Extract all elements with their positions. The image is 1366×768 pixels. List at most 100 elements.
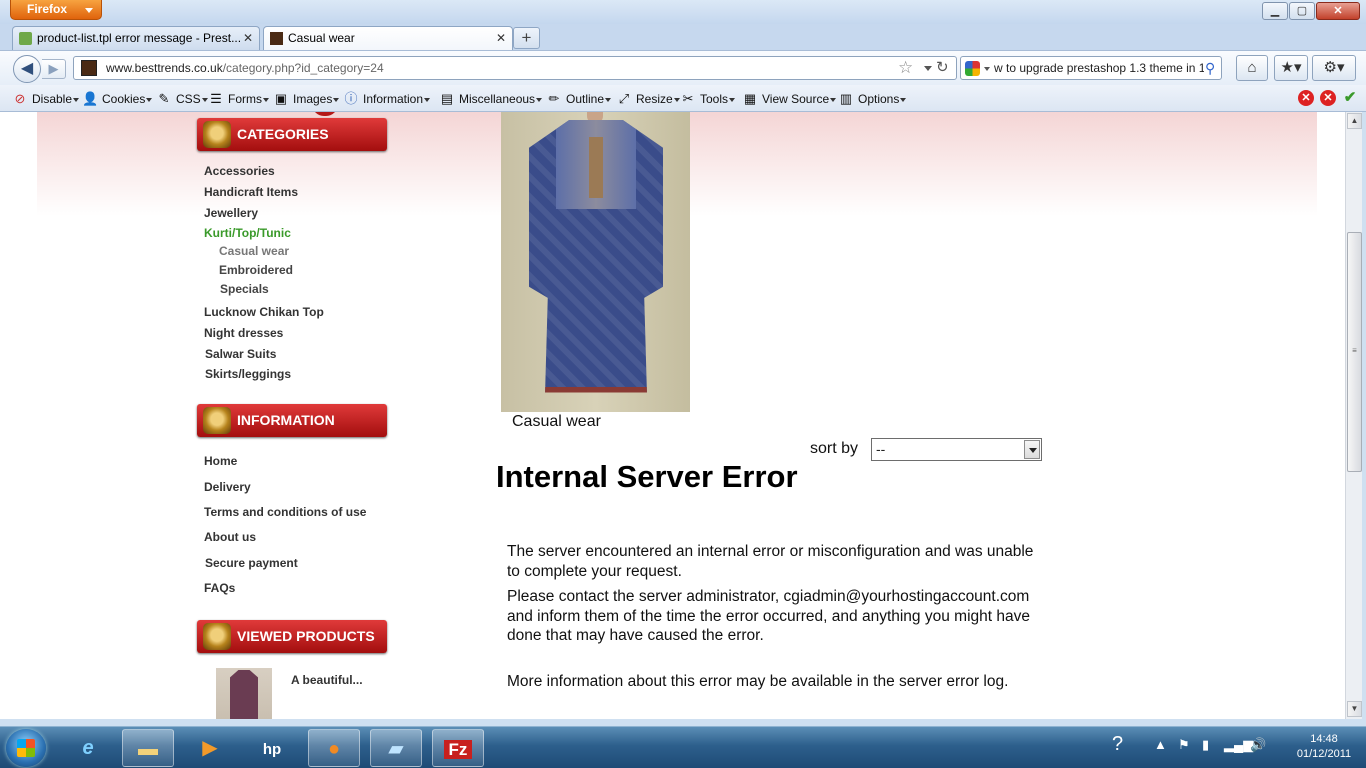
dropdown-arrow-icon: [536, 97, 543, 102]
scroll-thumb[interactable]: ≡: [1347, 232, 1362, 472]
new-tab-button[interactable]: +: [513, 27, 540, 49]
firefox-menu-button[interactable]: Firefox: [10, 0, 102, 20]
dropdown-arrow-icon: [830, 97, 837, 102]
category-link-skirts-leggings[interactable]: Skirts/leggings: [205, 367, 291, 381]
power-icon[interactable]: ▮: [1202, 737, 1209, 753]
category-link-salwar-suits[interactable]: Salwar Suits: [205, 347, 276, 361]
viewed-product-link[interactable]: A beautiful...: [291, 673, 363, 687]
windows-taskbar: e ▬ ▶ hp ● ▰ Fz ? ▲ ⚑ ▮ ▂▄▆ 🔊 14:48 01/1…: [0, 726, 1366, 768]
forward-button[interactable]: ▶: [42, 59, 66, 79]
info-link-faqs[interactable]: FAQs: [204, 581, 235, 595]
info-link-home[interactable]: Home: [204, 454, 237, 468]
category-link-kurti-top-tunic[interactable]: Kurti/Top/Tunic: [204, 226, 291, 240]
devtool-disable[interactable]: ⊘ Disable: [12, 85, 80, 112]
bookmarks-icon: ★▾: [1280, 59, 1302, 76]
taskbar-media-player[interactable]: ▶: [184, 729, 236, 767]
media-player-icon: ▶: [202, 737, 218, 759]
taskbar-notepad[interactable]: ▰: [370, 729, 422, 767]
subcategory-link-embroidered[interactable]: Embroidered: [219, 263, 293, 277]
info-link-secure-payment[interactable]: Secure payment: [205, 556, 298, 570]
devtool-label: Resize: [636, 92, 673, 106]
bookmarks-button[interactable]: ★▾: [1274, 55, 1308, 81]
devtool-outline[interactable]: ✏ Outline: [546, 85, 612, 112]
devtool-css[interactable]: ✎ CSS: [156, 85, 208, 112]
category-link-lucknow-chikan-top[interactable]: Lucknow Chikan Top: [204, 305, 324, 319]
taskbar-firefox[interactable]: ●: [308, 729, 360, 767]
tab-product-list-error[interactable]: product-list.tpl error message - Prest..…: [12, 26, 260, 50]
devtool-forms[interactable]: ☰ Forms: [208, 85, 269, 112]
viewed-product-thumbnail[interactable]: [216, 668, 272, 719]
start-button[interactable]: [6, 729, 46, 767]
info-link-terms[interactable]: Terms and conditions of use: [204, 505, 366, 519]
cookies-icon: 👤: [82, 91, 99, 106]
action-center-flag-icon[interactable]: ⚑: [1178, 737, 1190, 753]
taskbar-internet-explorer[interactable]: e: [62, 729, 114, 767]
close-window-button[interactable]: ✕: [1316, 2, 1360, 20]
devtool-images[interactable]: ▣ Images: [273, 85, 340, 112]
scroll-down-arrow-icon[interactable]: ▼: [1347, 701, 1362, 717]
devtool-cookies[interactable]: 👤 Cookies: [82, 85, 153, 112]
categories-header: CATEGORIES: [197, 118, 387, 151]
tab-close-icon[interactable]: ✕: [243, 27, 253, 49]
devtool-information[interactable]: ⓘ Information: [343, 85, 431, 112]
url-bar[interactable]: www.besttrends.co.uk/category.php?id_cat…: [73, 56, 957, 80]
url-text[interactable]: www.besttrends.co.uk/category.php?id_cat…: [106, 57, 384, 79]
devtool-resize[interactable]: ⤢ Resize: [616, 85, 680, 112]
taskbar-explorer[interactable]: ▬: [122, 729, 174, 767]
window-titlebar: Firefox ▁ ▢ ✕: [0, 0, 1366, 24]
taskbar-hp[interactable]: hp: [246, 729, 298, 767]
clock-date: 01/12/2011: [1296, 748, 1352, 760]
outline-pencil-icon: ✏: [548, 91, 560, 106]
devtool-label: CSS: [176, 92, 201, 106]
show-hidden-icons-icon[interactable]: ▲: [1154, 737, 1167, 752]
devtool-tools[interactable]: ✂ Tools: [680, 85, 736, 112]
category-link-night-dresses[interactable]: Night dresses: [204, 326, 283, 340]
valid-check-icon[interactable]: ✔: [1342, 90, 1358, 106]
devtool-view-source[interactable]: ▦ View Source: [742, 85, 837, 112]
devtool-miscellaneous[interactable]: ▤ Miscellaneous: [439, 85, 543, 112]
search-input[interactable]: w to upgrade prestashop 1.3 theme in 1.4: [994, 57, 1204, 79]
vertical-scrollbar[interactable]: ▲ ≡ ▼: [1345, 112, 1362, 719]
category-link-jewellery[interactable]: Jewellery: [204, 206, 258, 220]
minimize-button[interactable]: ▁: [1262, 2, 1288, 20]
category-link-handicraft-items[interactable]: Handicraft Items: [204, 185, 298, 199]
volume-icon[interactable]: 🔊: [1250, 737, 1266, 753]
css-pencil-icon: ✎: [158, 91, 170, 106]
tab-close-icon[interactable]: ✕: [496, 27, 506, 49]
error-status-icon[interactable]: ✕: [1320, 90, 1336, 106]
devtool-options[interactable]: ▥ Options: [838, 85, 907, 112]
addon-button[interactable]: ⚙▾: [1312, 55, 1356, 81]
url-domain: www.besttrends.co.uk: [106, 61, 223, 75]
ganesha-icon: [203, 121, 231, 148]
maximize-button[interactable]: ▢: [1289, 2, 1315, 20]
search-engine-dropdown-icon[interactable]: [984, 67, 990, 71]
info-link-delivery[interactable]: Delivery: [204, 480, 251, 494]
url-history-dropdown-icon[interactable]: [924, 66, 932, 71]
devtool-label: Tools: [700, 92, 729, 106]
select-arrow-icon[interactable]: [1024, 440, 1040, 459]
back-button[interactable]: ◀: [13, 55, 41, 83]
taskbar-filezilla[interactable]: Fz: [432, 729, 484, 767]
scroll-up-arrow-icon[interactable]: ▲: [1347, 113, 1362, 129]
help-icon[interactable]: ?: [1112, 733, 1123, 756]
options-icon: ▥: [839, 91, 853, 106]
tab-casual-wear[interactable]: Casual wear ✕: [263, 26, 513, 51]
subcategory-link-casual-wear[interactable]: Casual wear: [219, 244, 289, 258]
info-link-about-us[interactable]: About us: [204, 530, 256, 544]
reload-icon[interactable]: ↻: [936, 58, 949, 78]
network-signal-icon[interactable]: ▂▄▆: [1224, 737, 1253, 753]
subcategory-link-specials[interactable]: Specials: [220, 282, 269, 296]
bookmark-star-icon[interactable]: ☆: [898, 58, 913, 78]
hp-icon: hp: [262, 741, 282, 758]
error-status-icon[interactable]: ✕: [1298, 90, 1314, 106]
category-link-accessories[interactable]: Accessories: [204, 164, 275, 178]
system-clock[interactable]: 14:48 01/12/2011: [1290, 732, 1358, 762]
sort-select[interactable]: --: [871, 438, 1042, 461]
search-bar[interactable]: w to upgrade prestashop 1.3 theme in 1.4…: [960, 56, 1222, 80]
error-paragraph-3: More information about this error may be…: [507, 673, 1009, 690]
navigation-bar: ◀ ▶ www.besttrends.co.uk/category.php?id…: [0, 50, 1366, 85]
search-magnifier-icon[interactable]: ⚲: [1205, 58, 1215, 78]
google-search-engine-icon[interactable]: [965, 61, 980, 76]
site-identity-icon[interactable]: [81, 60, 97, 76]
home-button[interactable]: ⌂: [1236, 55, 1268, 81]
